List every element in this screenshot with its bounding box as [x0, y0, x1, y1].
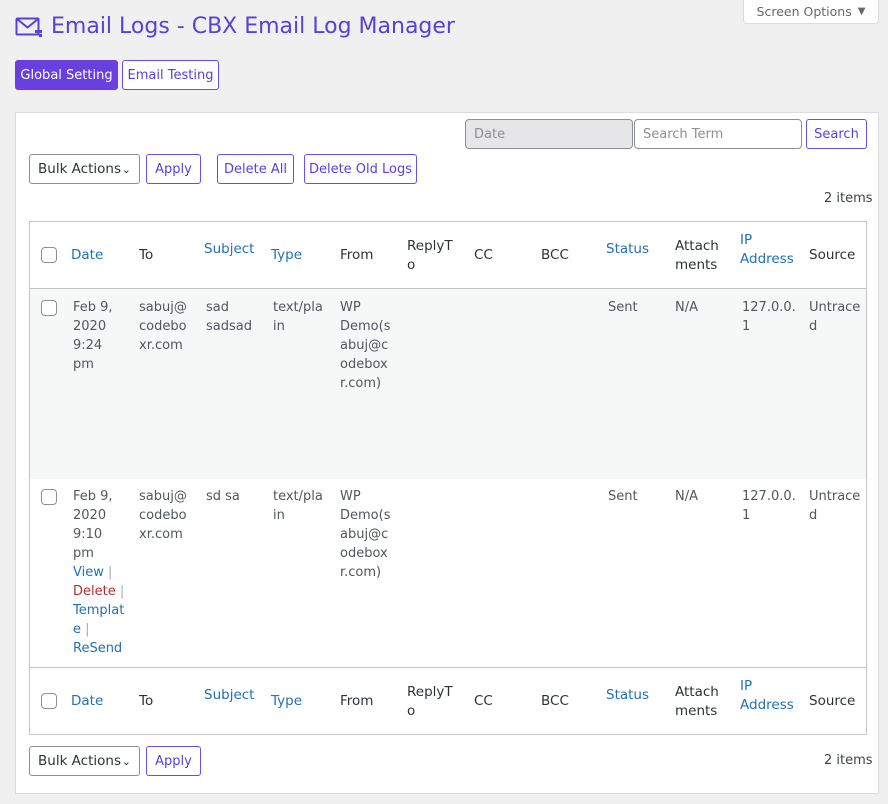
- column-date[interactable]: Date: [71, 246, 103, 265]
- row-to: sabuj@ codebo xr.com: [139, 489, 187, 542]
- row-checkbox[interactable]: [41, 489, 57, 505]
- column-source: Source: [809, 247, 856, 263]
- row-attachments: N/A: [675, 300, 698, 315]
- bulk-actions-value: Bulk Actions: [38, 161, 121, 177]
- column-ip-address[interactable]: IP Address: [740, 677, 794, 715]
- page-header: Email Logs - CBX Email Log Manager: [15, 14, 455, 39]
- row-type: text/pla in: [273, 300, 323, 334]
- column-source: Source: [809, 693, 856, 709]
- date-filter-input[interactable]: Date: [465, 119, 633, 149]
- row-from: WP Demo(s abuj@c odebox r.com): [340, 489, 391, 580]
- apply-button[interactable]: Apply: [146, 154, 201, 184]
- column-status[interactable]: Status: [606, 686, 649, 705]
- row-ip: 127.0.0. 1: [742, 489, 796, 523]
- row-actions: View | Delete | Templat e | ReSend: [73, 565, 125, 658]
- chevron-down-icon: ⌄: [121, 162, 131, 176]
- chevron-down-icon: ⌄: [121, 754, 131, 768]
- divider: [30, 288, 866, 289]
- column-subject[interactable]: Subject: [204, 686, 254, 705]
- row-date: Feb 9, 2020 9:24 pm: [73, 300, 113, 372]
- column-reply-to: ReplyT o: [407, 238, 453, 273]
- select-all-checkbox[interactable]: [41, 693, 57, 709]
- column-attachments: Attach ments: [675, 238, 719, 273]
- column-date[interactable]: Date: [71, 692, 103, 711]
- view-link[interactable]: View: [73, 565, 104, 580]
- row-type: text/pla in: [273, 489, 323, 523]
- select-all-checkbox[interactable]: [41, 247, 57, 263]
- column-bcc: BCC: [541, 693, 569, 709]
- logs-panel: Date Search Term Search Bulk Actions ⌄ A…: [15, 112, 879, 794]
- email-testing-button[interactable]: Email Testing: [122, 60, 219, 90]
- search-input[interactable]: Search Term: [634, 119, 802, 149]
- row-status: Sent: [608, 489, 638, 504]
- items-count-bottom: 2 items: [824, 753, 873, 768]
- row-to: sabuj@ codebo xr.com: [139, 300, 187, 353]
- column-cc: CC: [474, 693, 493, 709]
- logs-table: Date To Subject Type From ReplyT o CC BCC…: [29, 221, 867, 735]
- search-button[interactable]: Search: [806, 119, 867, 149]
- column-attachments: Attach ments: [675, 684, 719, 719]
- column-to: To: [139, 693, 154, 709]
- apply-button-bottom[interactable]: Apply: [146, 746, 201, 776]
- page-title: Email Logs - CBX Email Log Manager: [51, 14, 455, 39]
- column-from: From: [340, 693, 374, 709]
- row-status: Sent: [608, 300, 638, 315]
- delete-old-logs-button[interactable]: Delete Old Logs: [304, 154, 417, 184]
- column-type[interactable]: Type: [271, 692, 302, 711]
- row-from: WP Demo(s abuj@c odebox r.com): [340, 300, 391, 391]
- delete-link[interactable]: Delete: [73, 584, 116, 599]
- screen-options-button[interactable]: Screen Options ▼: [743, 0, 879, 24]
- row-checkbox[interactable]: [41, 300, 57, 316]
- resend-link[interactable]: ReSend: [73, 639, 124, 658]
- column-cc: CC: [474, 247, 493, 263]
- column-subject[interactable]: Subject: [204, 240, 254, 259]
- column-from: From: [340, 247, 374, 263]
- divider: [30, 667, 866, 668]
- row-source: Untrace d: [809, 300, 861, 334]
- row-attachments: N/A: [675, 489, 698, 504]
- bulk-actions-value: Bulk Actions: [38, 753, 121, 769]
- items-count: 2 items: [824, 191, 873, 206]
- template-link[interactable]: Templat e |: [73, 601, 124, 639]
- row-date: Feb 9, 2020 9:10 pm View | Delete | Templat…: [73, 489, 125, 658]
- row-subject: sd sa: [206, 489, 240, 504]
- column-bcc: BCC: [541, 247, 569, 263]
- row-source: Untrace d: [809, 489, 861, 523]
- bulk-actions-select-bottom[interactable]: Bulk Actions ⌄: [29, 746, 140, 776]
- row-ip: 127.0.0. 1: [742, 300, 796, 334]
- column-ip-address[interactable]: IP Address: [740, 231, 794, 269]
- column-status[interactable]: Status: [606, 240, 649, 259]
- column-type[interactable]: Type: [271, 246, 302, 265]
- email-icon: [15, 17, 42, 37]
- column-reply-to: ReplyT o: [407, 684, 453, 719]
- caret-down-icon: ▼: [857, 5, 866, 17]
- column-to: To: [139, 247, 154, 263]
- bulk-actions-select[interactable]: Bulk Actions ⌄: [29, 154, 140, 184]
- delete-all-button[interactable]: Delete All: [217, 154, 294, 184]
- screen-options-label: Screen Options: [756, 3, 852, 19]
- global-setting-button[interactable]: Global Setting: [15, 60, 118, 90]
- row-subject: sad sadsad: [206, 300, 252, 334]
